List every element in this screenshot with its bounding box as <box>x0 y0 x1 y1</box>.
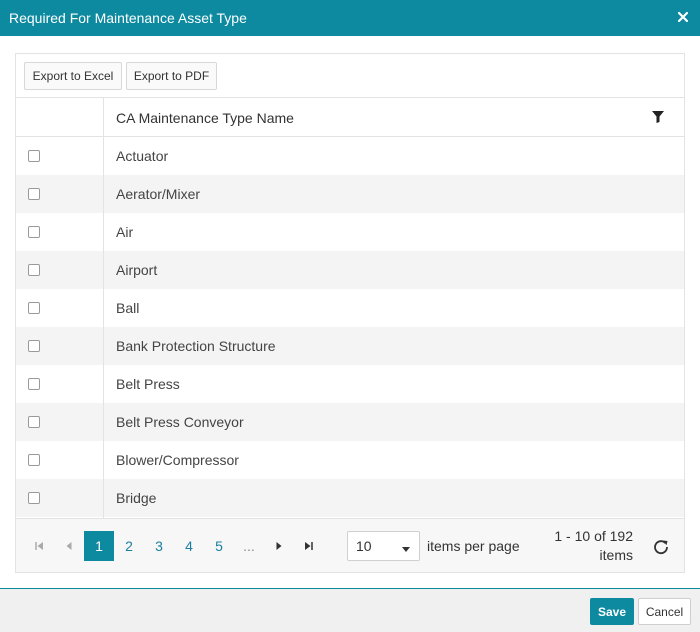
page-3-button[interactable]: 3 <box>144 531 174 561</box>
dialog-titlebar: Required For Maintenance Asset Type <box>0 0 700 36</box>
table-row[interactable]: Airport <box>16 251 684 289</box>
table-row[interactable]: Bridge <box>16 479 684 517</box>
items-per-page-label: items per page <box>427 538 520 554</box>
row-checkbox[interactable] <box>28 454 40 466</box>
next-page-icon[interactable] <box>264 531 294 561</box>
pager: 12345 ... 10 items per page 1 - 10 of 19… <box>16 518 684 572</box>
table-row[interactable]: Actuator <box>16 137 684 175</box>
table-row[interactable]: Bank Protection Structure <box>16 327 684 365</box>
row-maintenance-type-name: Bank Protection Structure <box>116 338 276 354</box>
row-checkbox[interactable] <box>28 378 40 390</box>
row-checkbox[interactable] <box>28 492 40 504</box>
refresh-icon[interactable] <box>652 538 670 556</box>
row-maintenance-type-name: Aerator/Mixer <box>116 186 201 202</box>
pager-info-range: 1 - 10 of 192 <box>554 528 633 544</box>
pager-info: 1 - 10 of 192 items <box>536 527 633 565</box>
chevron-down-icon <box>401 541 411 552</box>
first-page-icon[interactable] <box>24 531 54 561</box>
row-maintenance-type-name: Air <box>116 224 134 240</box>
export-pdf-button[interactable]: Export to PDF <box>126 62 217 90</box>
row-checkbox[interactable] <box>28 340 40 352</box>
page-4-button[interactable]: 4 <box>174 531 204 561</box>
table-row[interactable]: Blower/Compressor <box>16 441 684 479</box>
row-checkbox[interactable] <box>28 188 40 200</box>
grid-header: CA Maintenance Type Name <box>16 98 684 137</box>
row-checkbox[interactable] <box>28 150 40 162</box>
row-checkbox[interactable] <box>28 226 40 238</box>
column-divider <box>103 98 104 518</box>
filter-icon[interactable] <box>651 110 665 124</box>
dialog-footer: Save Cancel <box>0 588 700 632</box>
page-2-button[interactable]: 2 <box>114 531 144 561</box>
row-maintenance-type-name: Blower/Compressor <box>116 452 239 468</box>
row-maintenance-type-name: Actuator <box>116 148 169 164</box>
dialog-title: Required For Maintenance Asset Type <box>9 10 247 26</box>
row-checkbox[interactable] <box>28 302 40 314</box>
row-checkbox[interactable] <box>28 416 40 428</box>
row-maintenance-type-name: Belt Press Conveyor <box>116 414 244 430</box>
table-row[interactable]: Air <box>16 213 684 251</box>
table-row[interactable]: Ball <box>16 289 684 327</box>
cancel-button[interactable]: Cancel <box>638 598 691 625</box>
grid-toolbar: Export to Excel Export to PDF <box>16 54 684 98</box>
column-header-maintenance-type[interactable]: CA Maintenance Type Name <box>116 98 294 137</box>
dialog: Required For Maintenance Asset Type Expo… <box>0 0 700 632</box>
page-1-button[interactable]: 1 <box>84 531 114 561</box>
grid-panel: Export to Excel Export to PDF CA Mainten… <box>15 53 685 573</box>
table-row[interactable]: Belt Press <box>16 365 684 403</box>
close-icon[interactable] <box>675 9 691 25</box>
table-row[interactable]: Belt Press Conveyor <box>16 403 684 441</box>
page-5-button[interactable]: 5 <box>204 531 234 561</box>
row-maintenance-type-name: Belt Press <box>116 376 180 392</box>
row-maintenance-type-name: Ball <box>116 300 140 316</box>
page-ellipsis[interactable]: ... <box>234 531 264 561</box>
last-page-icon[interactable] <box>294 531 324 561</box>
export-excel-button[interactable]: Export to Excel <box>24 62 122 90</box>
table-row[interactable]: Aerator/Mixer <box>16 175 684 213</box>
pager-info-unit: items <box>599 547 633 563</box>
previous-page-icon[interactable] <box>54 531 84 561</box>
row-maintenance-type-name: Airport <box>116 262 158 278</box>
row-checkbox[interactable] <box>28 264 40 276</box>
page-size-select[interactable]: 10 <box>347 531 420 561</box>
row-maintenance-type-name: Bridge <box>116 490 157 506</box>
save-button[interactable]: Save <box>590 598 634 625</box>
page-size-value: 10 <box>356 538 372 554</box>
